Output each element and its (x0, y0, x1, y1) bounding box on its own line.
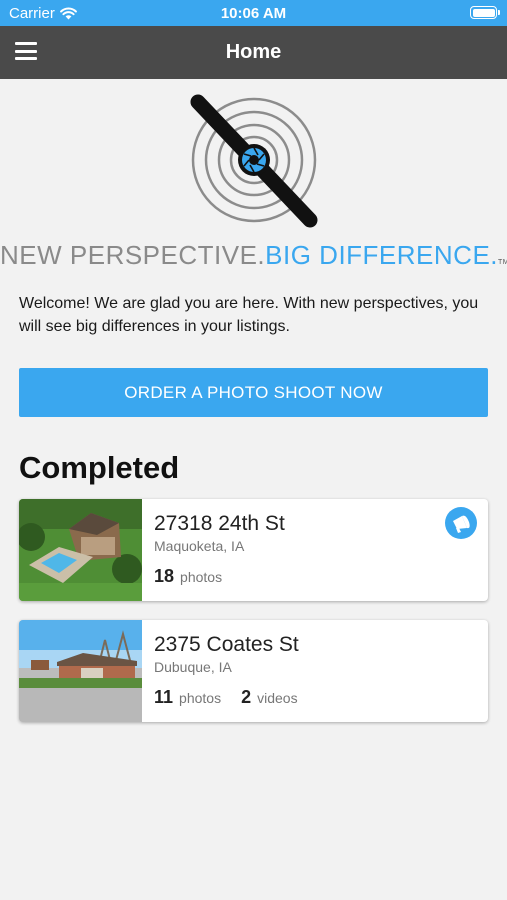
nav-bar: Home (0, 26, 507, 79)
completed-heading: Completed (19, 450, 180, 485)
photos-label: photos (179, 690, 222, 706)
video-count: 2 (241, 687, 252, 707)
listing-city: Dubuque, IA (154, 659, 232, 675)
clock: 10:06 AM (220, 5, 287, 22)
listing-address: 27318 24th St (154, 512, 285, 535)
listing-card[interactable]: 27318 24th St Maquoketa, IA 18 photos (19, 499, 488, 601)
welcome-message: Welcome! We are glad you are here. With … (19, 295, 479, 335)
status-bar: Carrier 10:06 AM (0, 0, 507, 26)
tagline-part2: BIG DIFFERENCE. (265, 240, 499, 270)
videos-label: videos (257, 690, 298, 706)
order-photo-shoot-button[interactable]: ORDER A PHOTO SHOOT NOW (19, 368, 488, 417)
listing-stats: 18 photos (154, 566, 242, 587)
trademark: TM (498, 259, 507, 266)
photo-count: 11 (154, 687, 174, 707)
listing-city: Maquoketa, IA (154, 538, 245, 554)
listing-photo (19, 620, 142, 722)
listing-photo (19, 499, 142, 601)
listing-stats: 11 photos 2 videos (154, 687, 318, 708)
megaphone-icon[interactable] (445, 507, 477, 539)
photo-count: 18 (154, 566, 175, 586)
tagline-part1: NEW PERSPECTIVE. (0, 240, 266, 270)
listing-card[interactable]: 2375 Coates St Dubuque, IA 11 photos 2 v… (19, 620, 488, 722)
photos-label: photos (180, 569, 223, 585)
battery-icon (470, 6, 500, 19)
page-title: Home (225, 41, 282, 63)
tagline: NEW PERSPECTIVE.BIG DIFFERENCE.TM (0, 240, 507, 271)
listing-address: 2375 Coates St (154, 633, 299, 656)
drone-camera-logo (190, 94, 318, 228)
